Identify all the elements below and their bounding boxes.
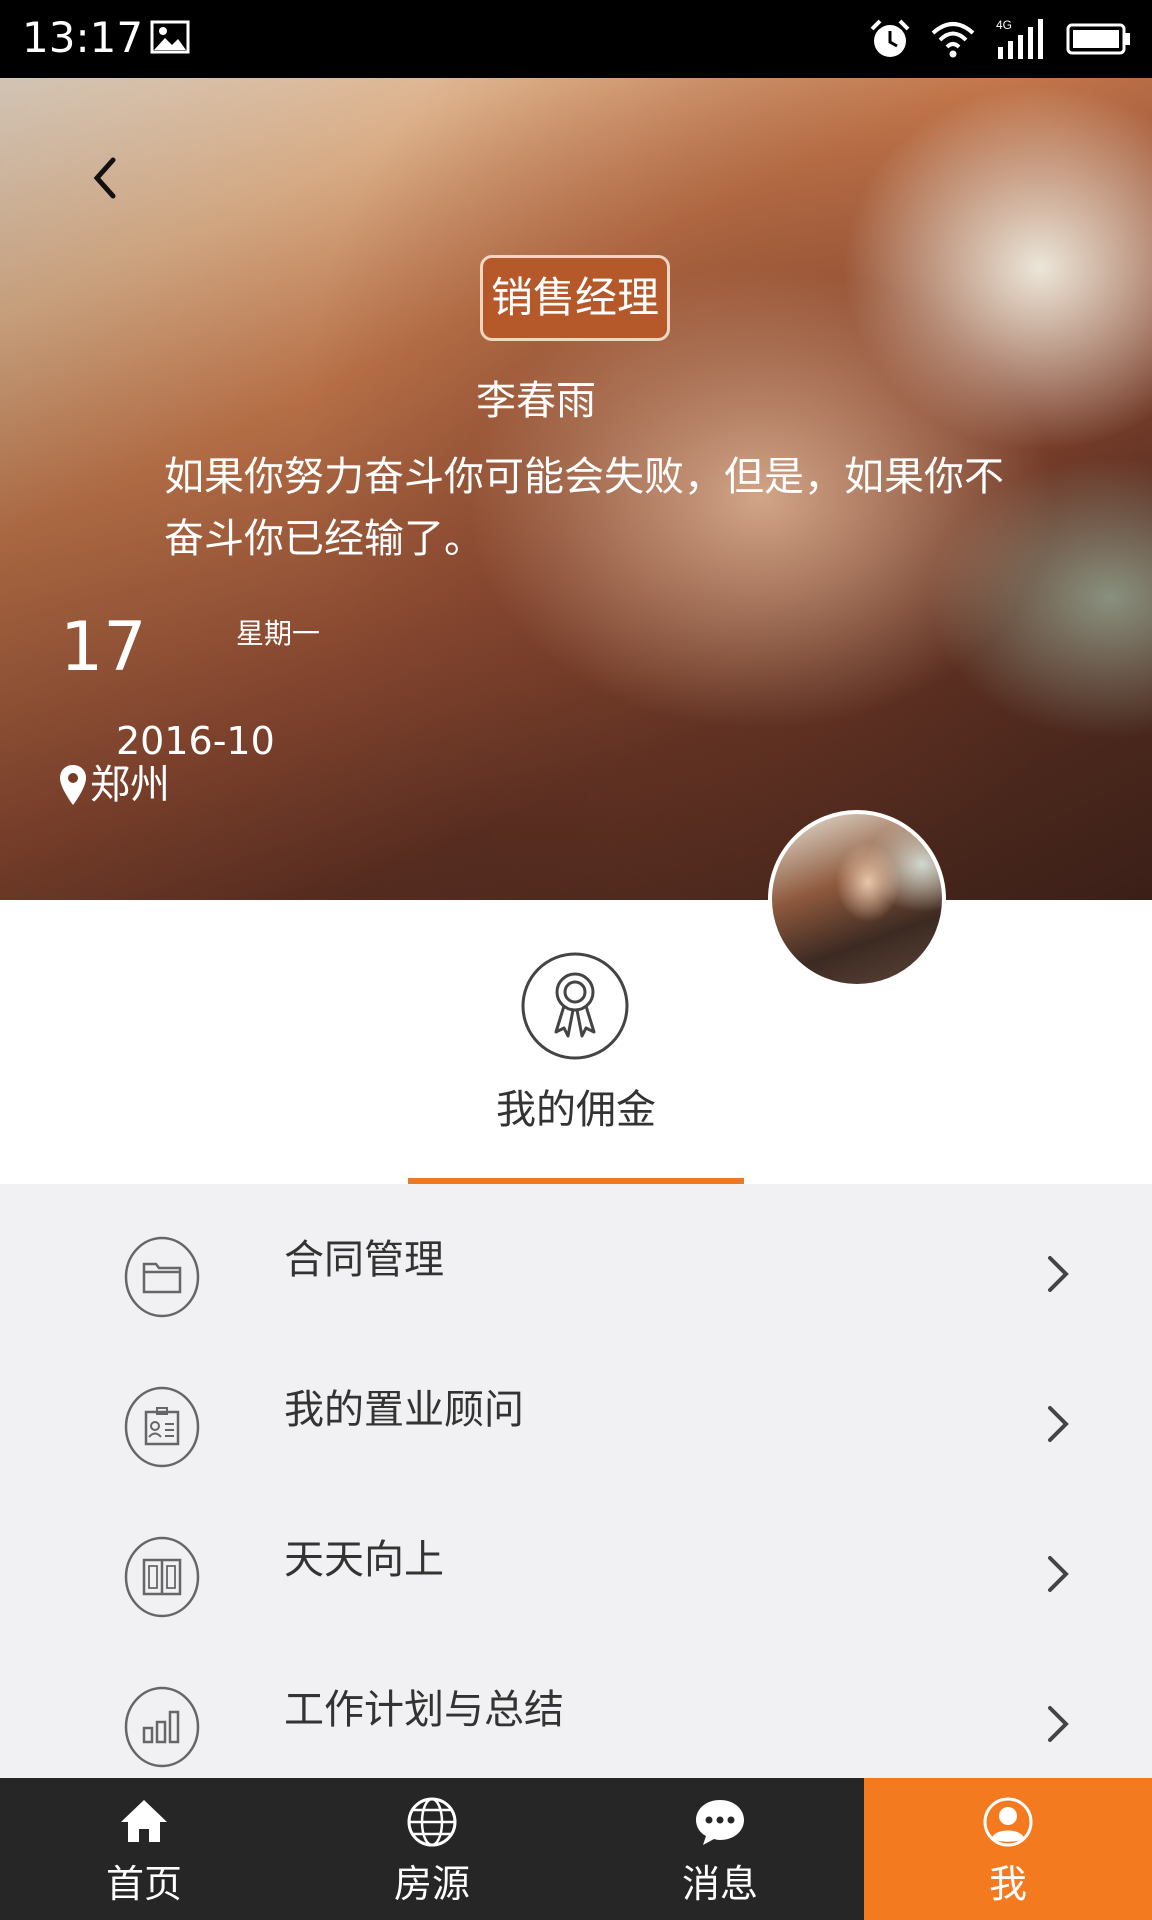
chevron-right-icon	[1048, 1706, 1069, 1742]
user-icon	[983, 1797, 1033, 1847]
location-label: 郑州	[90, 762, 170, 808]
nav-item-me[interactable]: 我	[864, 1778, 1152, 1920]
nav-item-home[interactable]: 首页	[0, 1778, 288, 1920]
status-bar: 13:17 4G	[0, 0, 1152, 78]
avatar[interactable]	[768, 810, 946, 988]
nav-label: 房源	[393, 1862, 470, 1906]
status-time: 13:17	[22, 13, 144, 62]
date-day: 17	[60, 608, 147, 687]
wifi-icon	[931, 22, 975, 58]
menu-item-contract-management[interactable]: 合同管理	[0, 1184, 1152, 1334]
menu-item-label: 合同管理	[284, 1237, 444, 1283]
chevron-right-icon	[1048, 1256, 1069, 1292]
date-weekday: 星期一	[236, 617, 321, 650]
chevron-right-icon	[1048, 1556, 1069, 1592]
status-icons: 4G	[868, 14, 1132, 64]
folder-icon	[124, 1236, 200, 1318]
nav-item-messages[interactable]: 消息	[576, 1778, 864, 1920]
user-name: 李春雨	[476, 378, 596, 424]
profile-cover: 销售经理 李春雨 如果你努力奋斗你可能会失败，但是，如果你不奋斗你已经输了。 1…	[0, 78, 1152, 900]
nav-label: 消息	[681, 1862, 758, 1906]
signal-4g-icon: 4G	[996, 18, 1043, 59]
menu-item-label: 工作计划与总结	[284, 1687, 564, 1733]
id-card-icon	[124, 1386, 200, 1468]
back-chevron-icon	[93, 157, 116, 199]
location-pin-icon	[60, 765, 86, 805]
alarm-icon	[870, 19, 910, 57]
home-icon	[121, 1800, 167, 1842]
nav-label: 首页	[105, 1862, 182, 1906]
location: 郑州	[58, 760, 170, 810]
date-year-month: 2016-10	[116, 719, 275, 763]
role-badge: 销售经理	[480, 255, 670, 341]
menu-list: 合同管理 我的置业顾问 天天向上 工作计划与总结	[0, 1184, 1152, 1778]
bottom-nav: 首页 房源 消息 我	[0, 1778, 1152, 1920]
network-label: 4G	[996, 18, 1012, 32]
chat-icon	[696, 1800, 744, 1845]
battery-icon	[1066, 23, 1130, 55]
commission-label: 我的佣金	[496, 1087, 656, 1133]
book-icon	[124, 1536, 200, 1618]
motto-text: 如果你努力奋斗你可能会失败，但是，如果你不奋斗你已经输了。	[164, 454, 1004, 562]
menu-item-work-plan[interactable]: 工作计划与总结	[0, 1634, 1152, 1778]
nav-item-listings[interactable]: 房源	[288, 1778, 576, 1920]
chevron-right-icon	[1048, 1406, 1069, 1442]
globe-icon	[407, 1797, 457, 1847]
back-button[interactable]	[80, 148, 130, 208]
menu-item-my-consultant[interactable]: 我的置业顾问	[0, 1334, 1152, 1484]
medal-icon	[521, 952, 629, 1060]
bar-chart-icon	[124, 1686, 200, 1768]
nav-label: 我	[988, 1862, 1027, 1906]
commission-tab[interactable]: 我的佣金	[0, 900, 1152, 1184]
menu-item-daily-progress[interactable]: 天天向上	[0, 1484, 1152, 1634]
menu-item-label: 我的置业顾问	[284, 1387, 524, 1433]
menu-item-label: 天天向上	[284, 1537, 444, 1583]
image-icon	[150, 20, 190, 54]
